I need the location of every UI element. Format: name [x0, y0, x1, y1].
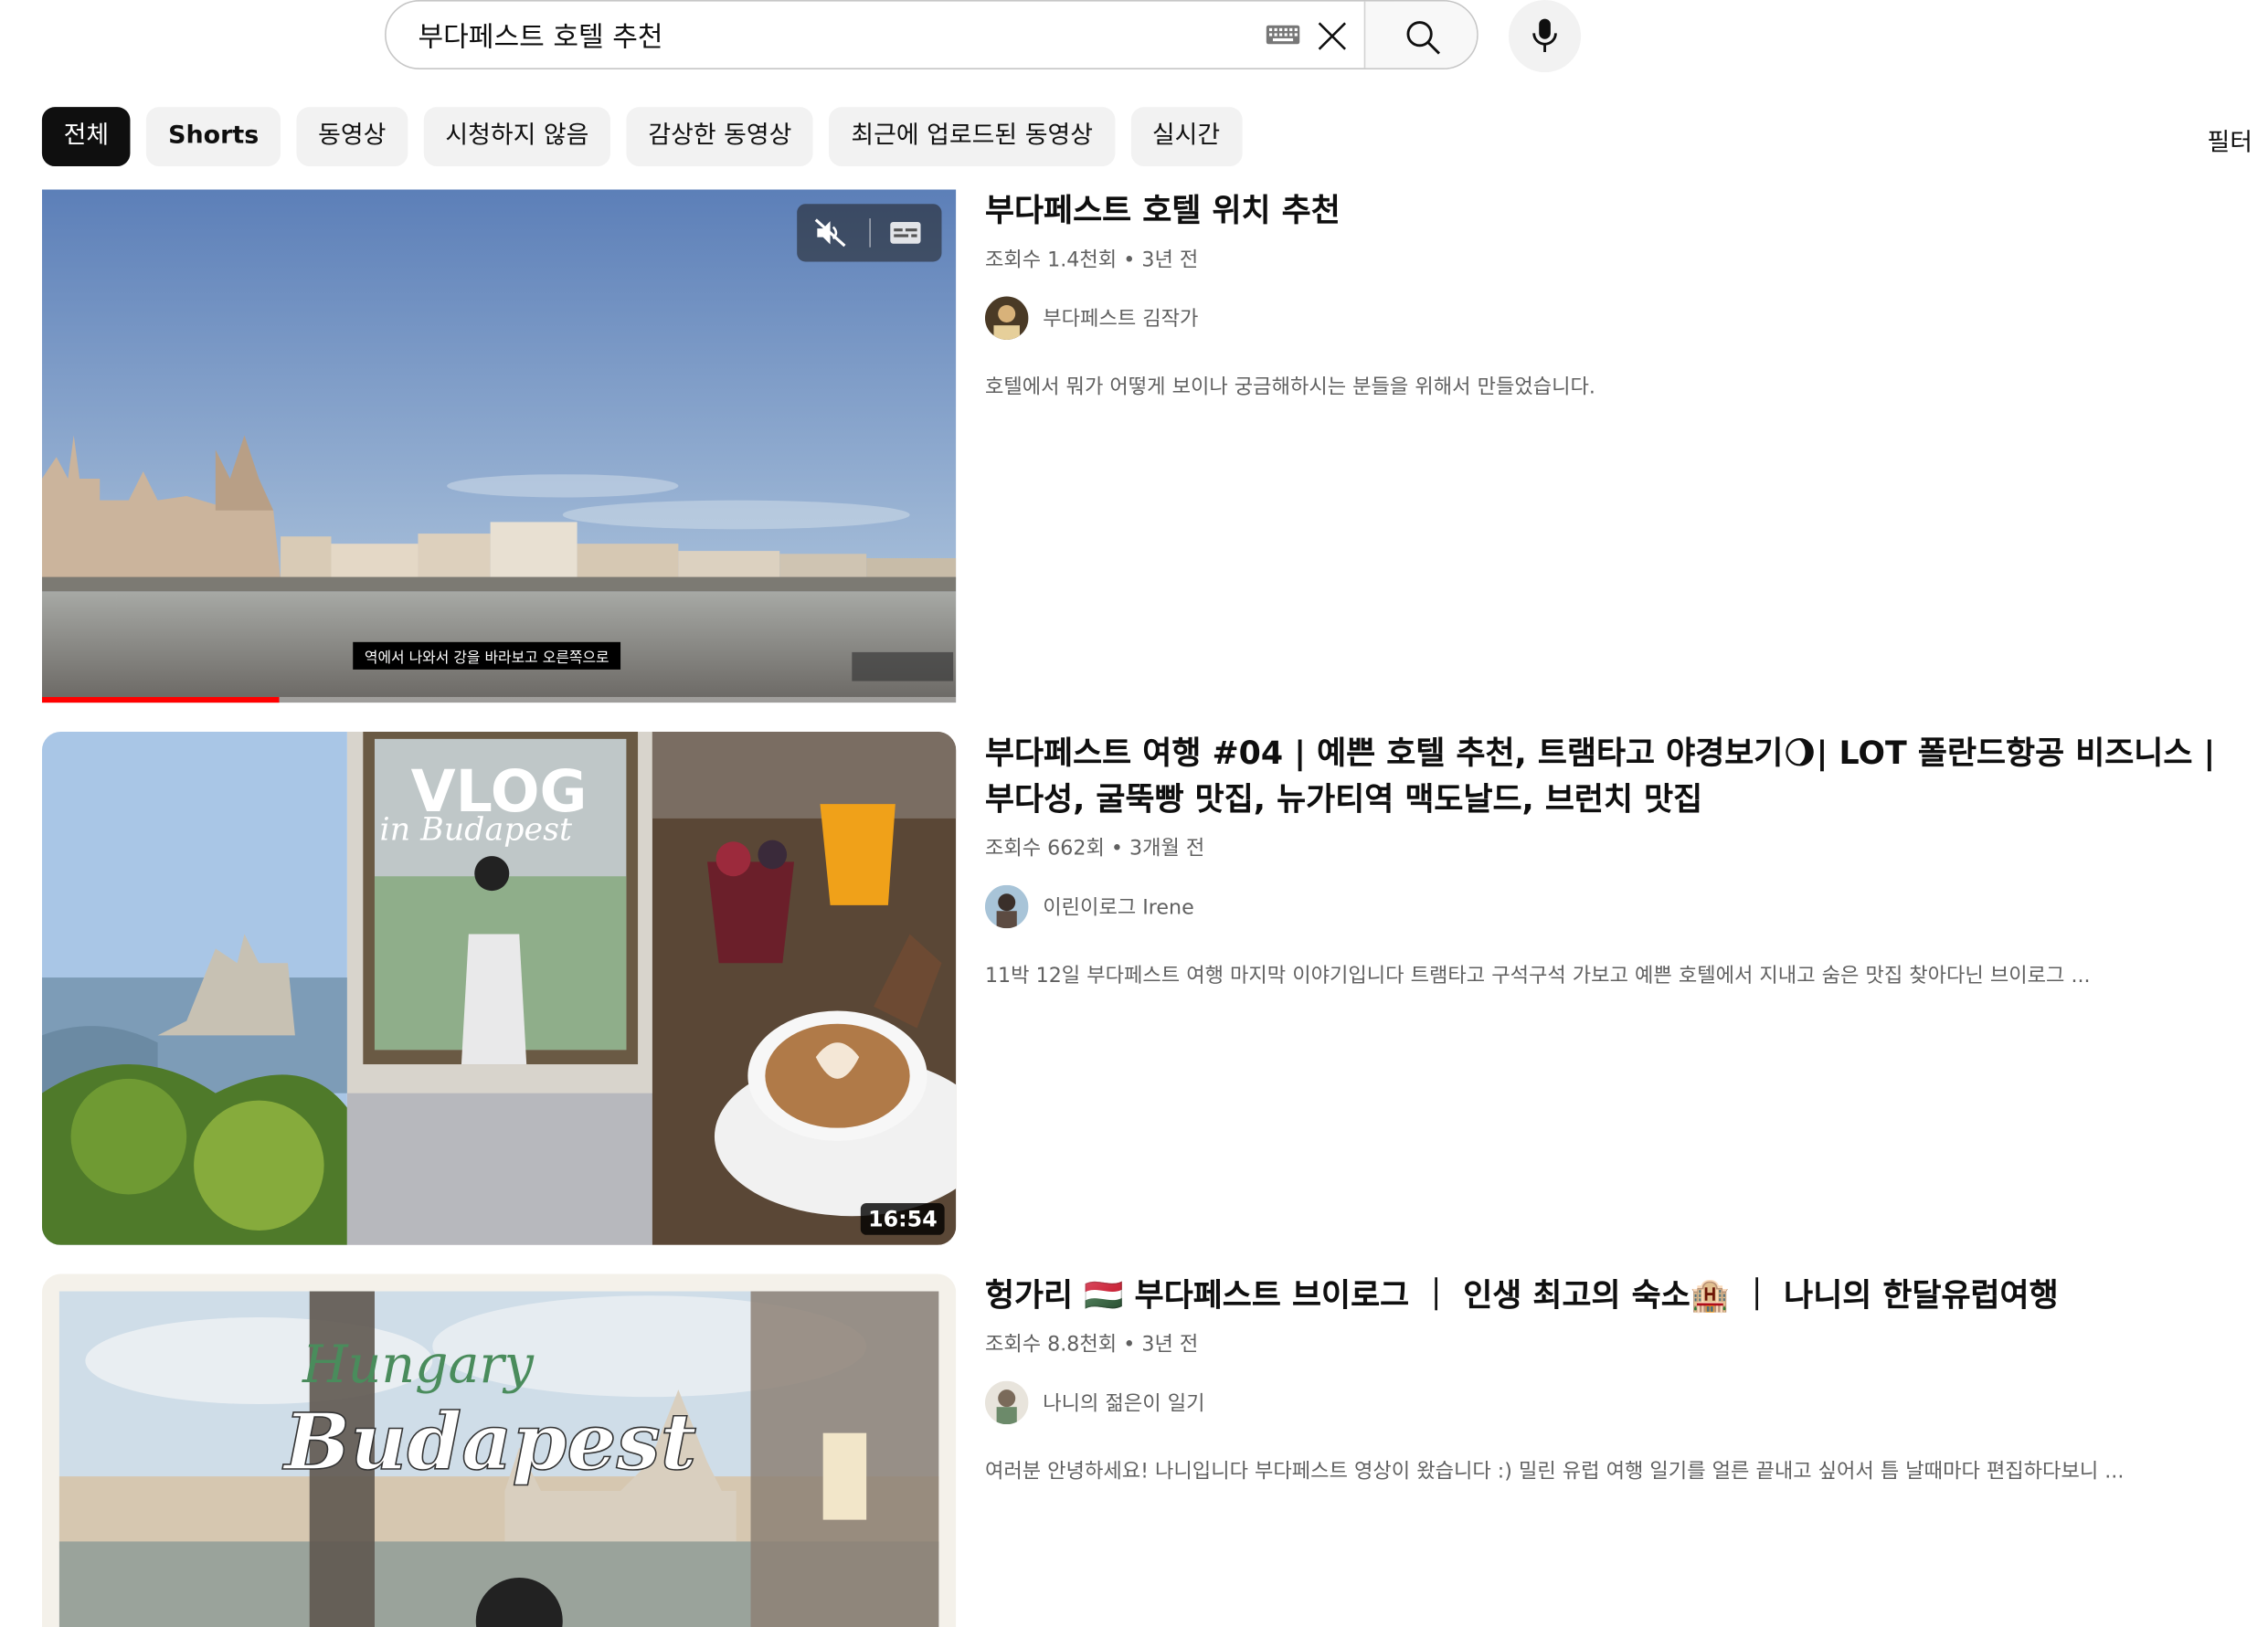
- avatar[interactable]: [984, 1380, 1029, 1425]
- microphone-icon: [1532, 18, 1557, 52]
- thumb-subtitle-text: Budapest: [282, 1397, 696, 1488]
- thumb-subtitle-text: in Budapest: [380, 812, 573, 849]
- video-duration: 16:54: [861, 1202, 945, 1235]
- video-description: 호텔에서 뭐가 어떻게 보이나 궁금해하시는 분들을 위해서 만들었습니다.: [984, 375, 1595, 399]
- control-divider: [869, 218, 871, 248]
- chip-watched[interactable]: 감상한 동영상: [626, 107, 814, 167]
- video-thumbnail[interactable]: VLOG in Budapest 16:54: [41, 731, 957, 1245]
- thumbnail-image: VLOG in Budapest: [41, 731, 957, 1245]
- channel-row[interactable]: 나니의 젊은이 일기: [984, 1380, 2229, 1425]
- channel-name[interactable]: 이린이로그 Irene: [1043, 893, 1193, 922]
- video-title[interactable]: 부다페스트 호텔 위치 추천: [985, 189, 2229, 236]
- video-info: 부다페스트 여행 #04 | 예쁜 호텔 추천, 트램타고 야경보기🌖| LOT…: [984, 732, 2229, 989]
- mute-icon[interactable]: [814, 218, 846, 248]
- voice-search-button[interactable]: [1508, 0, 1582, 73]
- video-title[interactable]: 부다페스트 여행 #04 | 예쁜 호텔 추천, 트램타고 야경보기🌖| LOT…: [985, 732, 2229, 824]
- video-description: 11박 12일 부다페스트 여행 마지막 이야기입니다 트램타고 구석구석 가보…: [984, 964, 2091, 988]
- channel-name[interactable]: 나니의 젊은이 일기: [1043, 1389, 1204, 1418]
- video-title[interactable]: 헝가리 🇭🇺 부다페스트 브이로그 ｜ 인생 최고의 숙소🏨 ｜ 나니의 한달유…: [985, 1274, 2229, 1321]
- chip-live[interactable]: 실시간: [1130, 107, 1242, 167]
- thumb-title-text: Hungary: [302, 1335, 535, 1395]
- video-info: 헝가리 🇭🇺 부다페스트 브이로그 ｜ 인생 최고의 숙소🏨 ｜ 나니의 한달유…: [984, 1274, 2229, 1485]
- chip-videos[interactable]: 동영상: [296, 107, 408, 167]
- progress-bar[interactable]: [41, 696, 957, 703]
- channel-row[interactable]: 부다페스트 김작가: [984, 296, 2229, 340]
- player-controls: [797, 204, 942, 262]
- chip-unwatched[interactable]: 시청하지 않음: [423, 107, 611, 167]
- thumbnail-image: [41, 189, 957, 703]
- chip-shorts[interactable]: Shorts: [146, 107, 281, 167]
- video-description: 여러분 안녕하세요! 나니입니다 부다페스트 영상이 왔습니다 :) 밀린 유럽…: [984, 1460, 2125, 1484]
- chip-recently-uploaded[interactable]: 최근에 업로드된 동영상: [829, 107, 1115, 167]
- video-meta: 조회수 8.8천회 • 3년 전: [984, 1333, 1199, 1357]
- keyboard-icon[interactable]: [1266, 25, 1300, 45]
- search-button[interactable]: [1363, 1, 1478, 69]
- search-input[interactable]: [415, 1, 1232, 69]
- thumbnail-image: Hungary Budapest: [41, 1273, 957, 1627]
- search-bar[interactable]: [385, 0, 1478, 69]
- search-icon: [1406, 21, 1441, 55]
- subtitles-icon[interactable]: [889, 221, 921, 244]
- video-meta: 조회수 662회 • 3개월 전: [984, 837, 1205, 861]
- avatar[interactable]: [984, 296, 1029, 340]
- chip-all[interactable]: 전체: [41, 107, 131, 167]
- video-thumbnail[interactable]: Hungary Budapest: [41, 1273, 957, 1627]
- clear-search-icon[interactable]: [1315, 19, 1350, 54]
- channel-row[interactable]: 이린이로그 Irene: [984, 884, 2229, 929]
- filter-button[interactable]: 필터: [2208, 121, 2253, 158]
- channel-name[interactable]: 부다페스트 김작가: [1043, 303, 1198, 333]
- progress-fill: [41, 696, 280, 703]
- filter-chips: 전체 Shorts 동영상 시청하지 않음 감상한 동영상 최근에 업로드된 동…: [41, 107, 1242, 167]
- video-caption: 역에서 나와서 강을 바라보고 오른쪽으로: [353, 641, 621, 670]
- video-thumbnail[interactable]: 역에서 나와서 강을 바라보고 오른쪽으로: [41, 189, 957, 703]
- video-meta: 조회수 1.4천회 • 3년 전: [984, 248, 1199, 272]
- video-info: 부다페스트 호텔 위치 추천 조회수 1.4천회 • 3년 전 부다페스트 김작…: [984, 189, 2229, 400]
- avatar[interactable]: [984, 884, 1029, 929]
